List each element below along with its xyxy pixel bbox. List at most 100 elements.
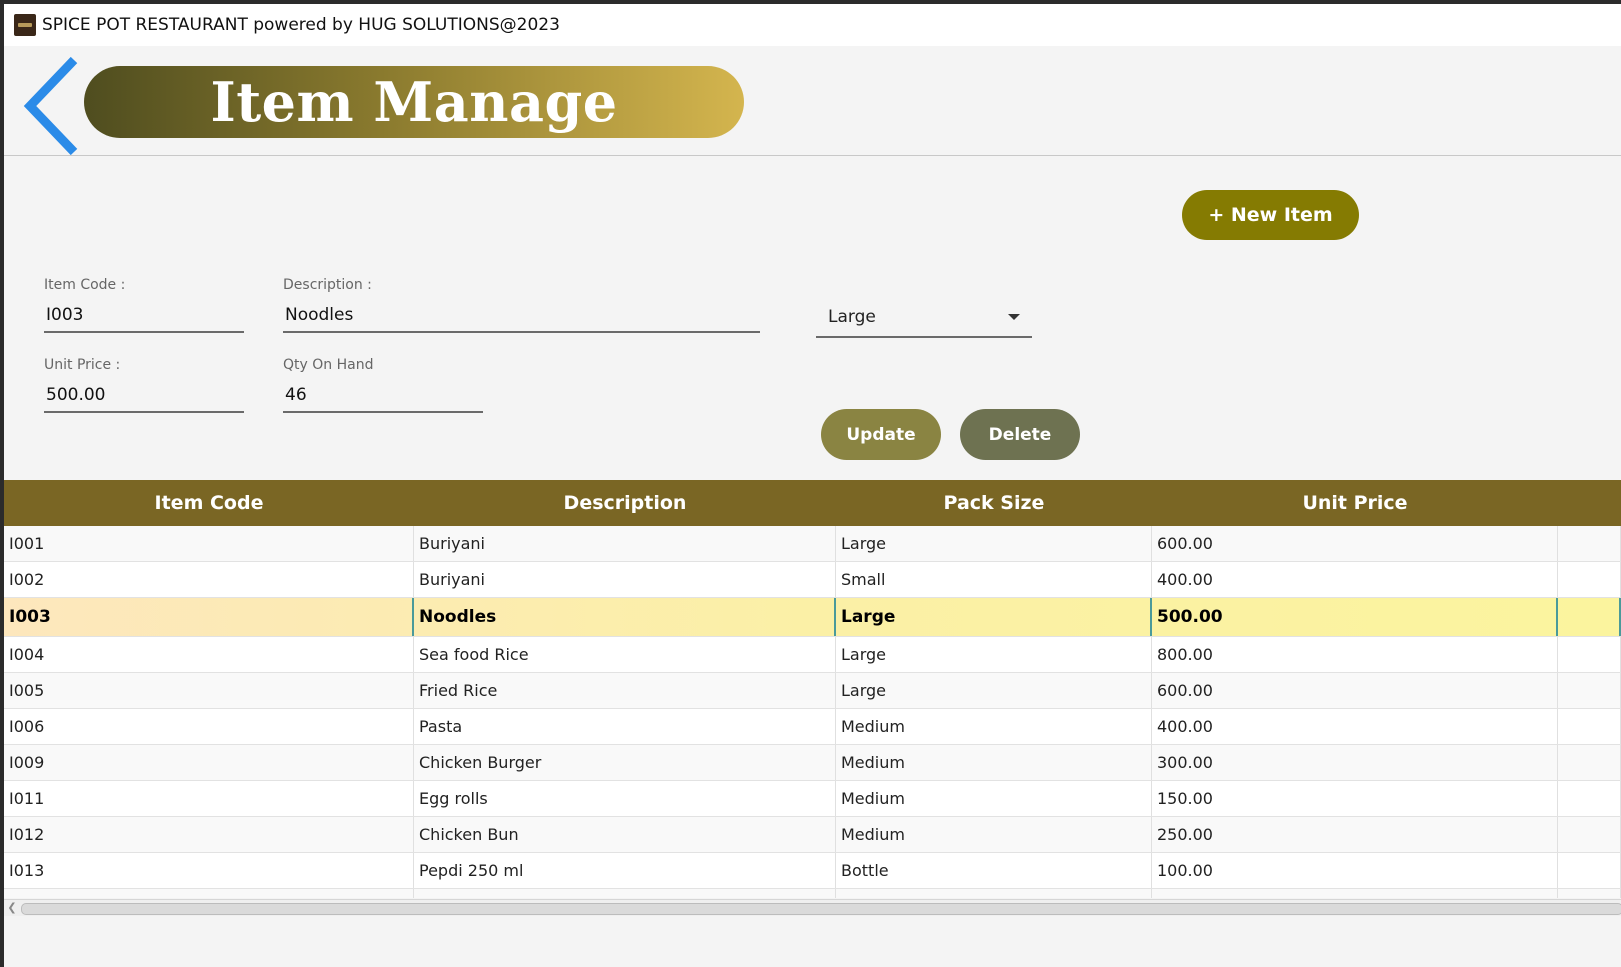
column-header-unit-price[interactable]: Unit Price xyxy=(1152,480,1558,526)
cell-item-code: I009 xyxy=(4,745,414,780)
cell-unit-price: 100.00 xyxy=(1152,889,1558,898)
cell-pack-size: Medium xyxy=(836,817,1152,852)
cell-description: Noodles xyxy=(414,598,836,636)
description-input[interactable] xyxy=(283,303,760,333)
cell-unit-price: 100.00 xyxy=(1152,853,1558,888)
cell-pack-size: Bottle xyxy=(836,853,1152,888)
table-row[interactable]: I012 Chicken Bun Medium 250.00 xyxy=(4,817,1621,853)
restaurant-logo-icon xyxy=(14,14,36,36)
cell-unit-price: 300.00 xyxy=(1152,745,1558,780)
cell-item-code: I012 xyxy=(4,817,414,852)
qty-on-hand-input[interactable] xyxy=(283,383,483,413)
column-header-item-code[interactable]: Item Code xyxy=(4,480,414,526)
update-button[interactable]: Update xyxy=(821,409,941,460)
table-row[interactable]: I005 Fried Rice Large 600.00 xyxy=(4,673,1621,709)
cell-unit-price: 600.00 xyxy=(1152,673,1558,708)
scroll-left-icon[interactable]: ❮ xyxy=(6,902,18,914)
page-title-banner: Item Manage xyxy=(84,66,744,138)
cell-pack-size: Large xyxy=(836,637,1152,672)
qty-on-hand-field: Qty On Hand xyxy=(283,357,483,413)
cell-description: Sea food Rice xyxy=(414,637,836,672)
cell-unit-price: 600.00 xyxy=(1152,526,1558,561)
cell-overflow xyxy=(1558,817,1621,852)
table-row[interactable]: I004 Sea food Rice Large 800.00 xyxy=(4,637,1621,673)
qty-on-hand-label: Qty On Hand xyxy=(283,357,374,373)
back-button[interactable] xyxy=(22,56,82,156)
cell-overflow xyxy=(1558,526,1621,561)
cell-item-code: I006 xyxy=(4,709,414,744)
table-body: I001 Buriyani Large 600.00 I002 Buriyani… xyxy=(4,526,1621,898)
cell-item-code: I011 xyxy=(4,781,414,816)
unit-price-input[interactable] xyxy=(44,383,244,413)
cell-item-code: I014 xyxy=(4,889,414,898)
description-label: Description : xyxy=(283,277,372,293)
cell-description: Chicken Bun xyxy=(414,817,836,852)
cell-pack-size: Large xyxy=(836,526,1152,561)
cell-item-code: I001 xyxy=(4,526,414,561)
cell-overflow xyxy=(1558,637,1621,672)
item-code-field: Item Code : xyxy=(44,277,244,333)
cell-unit-price: 150.00 xyxy=(1152,781,1558,816)
cell-description: Buriyani xyxy=(414,526,836,561)
cell-item-code: I005 xyxy=(4,673,414,708)
table-header: Item Code Description Pack Size Unit Pri… xyxy=(4,480,1621,526)
cell-overflow xyxy=(1558,598,1621,636)
table-row[interactable]: I014 Coke regular Bottle 100.00 xyxy=(4,889,1621,898)
cell-description: Egg rolls xyxy=(414,781,836,816)
cell-description: Coke regular xyxy=(414,889,836,898)
table-row[interactable]: I011 Egg rolls Medium 150.00 xyxy=(4,781,1621,817)
cell-item-code: I002 xyxy=(4,562,414,597)
unit-price-field: Unit Price : xyxy=(44,357,244,413)
table-row[interactable]: I001 Buriyani Large 600.00 xyxy=(4,526,1621,562)
table-row[interactable]: I002 Buriyani Small 400.00 xyxy=(4,562,1621,598)
cell-pack-size: Bottle xyxy=(836,889,1152,898)
scrollbar-thumb[interactable] xyxy=(21,903,1621,915)
table-row[interactable]: I009 Chicken Burger Medium 300.00 xyxy=(4,745,1621,781)
cell-overflow xyxy=(1558,853,1621,888)
main-content: Item Manage + New Item Item Code : Descr… xyxy=(4,46,1621,967)
delete-button[interactable]: Delete xyxy=(960,409,1080,460)
header-divider xyxy=(4,155,1621,156)
table-row[interactable]: I013 Pepdi 250 ml Bottle 100.00 xyxy=(4,853,1621,889)
unit-price-label: Unit Price : xyxy=(44,357,121,373)
cell-item-code: I003 xyxy=(4,598,414,636)
cell-unit-price: 250.00 xyxy=(1152,817,1558,852)
cell-pack-size: Medium xyxy=(836,781,1152,816)
cell-description: Pasta xyxy=(414,709,836,744)
column-header-pack-size[interactable]: Pack Size xyxy=(836,480,1152,526)
new-item-button[interactable]: + New Item xyxy=(1182,190,1359,240)
item-code-label: Item Code : xyxy=(44,277,126,293)
cell-overflow xyxy=(1558,673,1621,708)
horizontal-scrollbar[interactable]: ❮ xyxy=(4,899,1621,916)
window-title: SPICE POT RESTAURANT powered by HUG SOLU… xyxy=(42,15,560,35)
cell-pack-size: Medium xyxy=(836,709,1152,744)
cell-pack-size: Large xyxy=(836,673,1152,708)
column-header-overflow xyxy=(1558,480,1621,526)
cell-description: Buriyani xyxy=(414,562,836,597)
pack-size-select[interactable]: Large xyxy=(816,298,1032,338)
table-row-selected[interactable]: I003 Noodles Large 500.00 xyxy=(4,598,1621,637)
cell-unit-price: 800.00 xyxy=(1152,637,1558,672)
cell-overflow xyxy=(1558,889,1621,898)
title-bar: SPICE POT RESTAURANT powered by HUG SOLU… xyxy=(4,4,1621,46)
cell-pack-size: Small xyxy=(836,562,1152,597)
chevron-left-icon xyxy=(23,56,78,156)
cell-overflow xyxy=(1558,562,1621,597)
cell-description: Chicken Burger xyxy=(414,745,836,780)
cell-item-code: I004 xyxy=(4,637,414,672)
cell-unit-price: 400.00 xyxy=(1152,562,1558,597)
cell-description: Pepdi 250 ml xyxy=(414,853,836,888)
cell-unit-price: 400.00 xyxy=(1152,709,1558,744)
chevron-down-icon xyxy=(1008,314,1020,320)
cell-overflow xyxy=(1558,709,1621,744)
cell-overflow xyxy=(1558,781,1621,816)
cell-unit-price: 500.00 xyxy=(1152,598,1558,636)
items-table: Item Code Description Pack Size Unit Pri… xyxy=(4,480,1621,898)
column-header-description[interactable]: Description xyxy=(414,480,836,526)
cell-pack-size: Medium xyxy=(836,745,1152,780)
cell-overflow xyxy=(1558,745,1621,780)
item-code-input[interactable] xyxy=(44,303,244,333)
page-title: Item Manage xyxy=(210,70,618,134)
table-row[interactable]: I006 Pasta Medium 400.00 xyxy=(4,709,1621,745)
description-field: Description : xyxy=(283,277,760,333)
